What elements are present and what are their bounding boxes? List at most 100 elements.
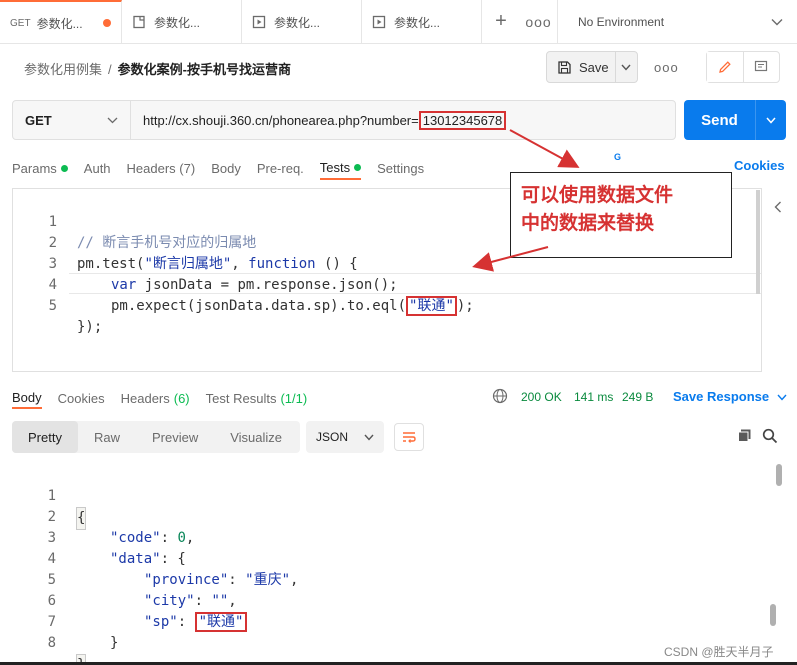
- tab-response-cookies[interactable]: Cookies: [58, 387, 105, 409]
- tab-test-results[interactable]: Test Results (1/1): [206, 387, 308, 409]
- code-line: 2 pm.test("断言归属地", function () {: [13, 212, 358, 272]
- method-select[interactable]: GET: [13, 101, 131, 139]
- code-keyword: var: [111, 277, 137, 293]
- json-string: "": [211, 593, 229, 609]
- breadcrumb-separator: /: [108, 62, 112, 77]
- format-type-label: JSON: [316, 430, 349, 444]
- code-token: );: [456, 298, 474, 314]
- save-options-button[interactable]: [616, 64, 637, 71]
- send-button-group: Send: [684, 100, 786, 140]
- tab-response-headers[interactable]: Headers (6): [121, 387, 190, 409]
- code-token: ,: [231, 256, 249, 272]
- pencil-icon: [718, 61, 731, 73]
- tab-headers[interactable]: Headers (7): [127, 156, 196, 180]
- request-tab-1[interactable]: GET 参数化...: [0, 0, 122, 44]
- response-scrollbar[interactable]: [776, 464, 782, 486]
- breadcrumb-parent[interactable]: 参数化用例集: [24, 62, 102, 77]
- code-line: 4 pm.expect(jsonData.data.sp).to.eql("联通…: [13, 254, 474, 316]
- tab-label: Test Results: [205, 390, 277, 406]
- chevron-down-icon: [766, 117, 776, 124]
- edit-view-button[interactable]: [707, 52, 744, 82]
- code-line: 1 // 断言手机号对应的归属地: [13, 191, 257, 251]
- tab-settings[interactable]: Settings: [377, 156, 424, 180]
- tab-label: Headers: [120, 390, 170, 406]
- chevron-left-icon[interactable]: [774, 200, 782, 216]
- active-dot-icon: [60, 164, 68, 172]
- code-line: 3 var jsonData = pm.response.json();: [13, 233, 398, 293]
- request-tab-4[interactable]: 参数化...: [362, 0, 482, 44]
- code-token: jsonData = pm.response.json();: [136, 277, 398, 293]
- editor-scrollbar[interactable]: [756, 190, 760, 294]
- search-icon[interactable]: [762, 428, 778, 447]
- format-type-select[interactable]: JSON: [306, 421, 384, 453]
- status-code[interactable]: 200 OK: [521, 390, 562, 404]
- line-number: 5: [48, 298, 57, 314]
- breadcrumb-current[interactable]: 参数化案例-按手机号找运营商: [118, 62, 291, 77]
- save-button[interactable]: Save: [547, 52, 616, 82]
- tab-pre-request[interactable]: Pre-req.: [257, 156, 304, 180]
- documentation-view-button[interactable]: [744, 52, 780, 82]
- chevron-down-icon: [621, 64, 631, 71]
- tab-title: 参数化...: [154, 15, 201, 30]
- active-dot-icon: [354, 163, 362, 171]
- json-key: "city": [144, 593, 195, 609]
- tab-title: 参数化...: [274, 15, 321, 30]
- cookies-link[interactable]: Cookies: [734, 158, 785, 173]
- comment-icon: [755, 60, 768, 72]
- expected-value-highlight: "联通": [406, 296, 457, 316]
- tab-label: Tests: [319, 159, 351, 175]
- format-pretty[interactable]: Pretty: [12, 421, 78, 453]
- code-keyword: function: [248, 256, 316, 272]
- tab-more-button[interactable]: ooo: [520, 0, 558, 43]
- chevron-down-icon: [107, 117, 118, 123]
- request-tab-3[interactable]: 参数化...: [242, 0, 362, 44]
- tab-params[interactable]: Params: [12, 156, 68, 180]
- json-key: "data": [110, 551, 161, 567]
- unsaved-dot-icon: [103, 19, 111, 27]
- tab-response-body[interactable]: Body: [12, 387, 42, 409]
- format-raw[interactable]: Raw: [78, 421, 136, 453]
- response-tabs: Body Cookies Headers (6) Test Results (1/1…: [12, 387, 323, 409]
- tab-tests[interactable]: Tests: [319, 156, 362, 180]
- json-line: 7 }: [12, 591, 119, 651]
- send-options-button[interactable]: [756, 100, 786, 140]
- tab-title: 参数化...: [36, 16, 83, 31]
- tab-method: GET: [10, 17, 31, 29]
- more-options-button[interactable]: ooo: [654, 60, 679, 75]
- runner-icon: [372, 15, 386, 29]
- response-size[interactable]: 249 B: [622, 390, 653, 404]
- save-response-button[interactable]: Save Response: [673, 389, 787, 404]
- globe-icon[interactable]: [492, 388, 508, 407]
- chevron-down-icon: [777, 394, 787, 401]
- json-number: 0: [177, 530, 186, 546]
- code-token: pm.test(: [77, 256, 145, 272]
- code-token: () {: [315, 256, 358, 272]
- wrap-lines-button[interactable]: [394, 423, 424, 451]
- tab-auth[interactable]: Auth: [84, 156, 111, 180]
- json-line: 6 "sp": "联通": [12, 570, 248, 632]
- url-prefix: http://cx.shouji.360.cn/phonearea.php?nu…: [143, 112, 419, 128]
- response-time[interactable]: 141 ms: [574, 390, 613, 404]
- send-button[interactable]: Send: [684, 100, 756, 140]
- response-body-viewer[interactable]: 1 { 2 "code": 0, 3 "data": { 4 "province…: [12, 463, 782, 665]
- url-input[interactable]: http://cx.shouji.360.cn/phonearea.php?nu…: [131, 101, 675, 139]
- tab-label: Auth: [83, 160, 111, 176]
- response-scrollbar-bottom[interactable]: [770, 604, 776, 626]
- copy-icon[interactable]: [737, 428, 752, 446]
- format-tabs: Pretty Raw Preview Visualize: [12, 421, 300, 453]
- code-token: pm.expect(jsonData.data.sp).to.eql(: [111, 298, 407, 314]
- breadcrumb: 参数化用例集 / 参数化案例-按手机号找运营商: [24, 59, 291, 78]
- request-tab-2[interactable]: 参数化...: [122, 0, 242, 44]
- json-key: "code": [110, 530, 161, 546]
- tab-body[interactable]: Body: [211, 156, 241, 180]
- new-tab-button[interactable]: +: [482, 0, 520, 43]
- tab-label: Params: [12, 160, 57, 176]
- json-brace: }: [110, 635, 119, 651]
- json-line: 5 "city": "",: [12, 549, 237, 609]
- format-preview[interactable]: Preview: [136, 421, 214, 453]
- save-icon: [558, 60, 571, 74]
- format-visualize[interactable]: Visualize: [214, 421, 298, 453]
- environment-select[interactable]: No Environment: [558, 0, 797, 43]
- json-line: 2 "code": 0,: [12, 486, 195, 546]
- code-comment: // 断言手机号对应的归属地: [77, 235, 257, 251]
